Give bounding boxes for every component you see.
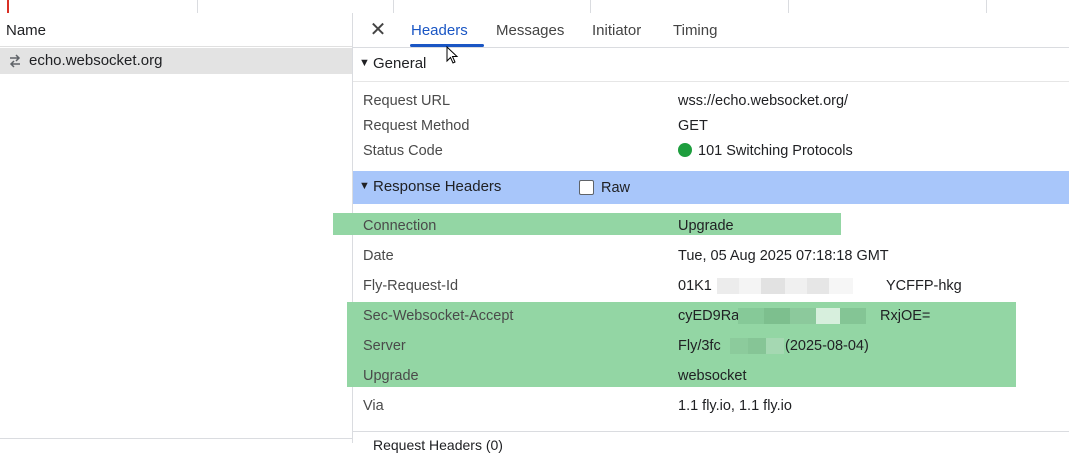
websocket-arrows-icon [9,54,21,68]
response-headers-title: Response Headers [373,178,502,195]
status-code-text: 101 Switching Protocols [698,143,853,159]
request-row[interactable]: echo.websocket.org [0,48,352,74]
name-column-label: Name [6,22,47,39]
general-row: Status Code 101 Switching Protocols [353,137,1069,167]
header-value[interactable]: cyED9Ra [678,308,739,324]
tab-initiator[interactable]: Initiator [592,22,641,39]
request-headers-title: Request Headers (0) [373,437,503,453]
header-key: Status Code [363,143,443,159]
response-header-row: Upgrade websocket [353,362,1069,392]
header-key: Server [363,338,406,354]
response-header-row: Fly-Request-Id 01K1 YCFFP-hkg [353,272,1069,302]
header-value[interactable]: 01K1 [678,278,712,294]
header-value-suffix: RxjOE= [880,308,931,324]
name-column-header[interactable]: Name [0,13,352,47]
expand-triangle-icon: ▼ [359,57,370,69]
tab-messages[interactable]: Messages [496,22,564,39]
response-header-row: Connection Upgrade [353,212,1069,242]
header-value[interactable]: websocket [678,368,747,384]
header-key: Upgrade [363,368,419,384]
header-key: Request Method [363,118,470,134]
timeline-tick [197,0,198,13]
request-headers-section-header[interactable]: Request Headers (0) [353,431,1069,453]
expand-triangle-icon: ▼ [359,180,370,192]
header-key: Fly-Request-Id [363,278,459,294]
header-value[interactable]: Upgrade [678,218,734,234]
response-header-row: Sec-Websocket-Accept cyED9Ra RxjOE= [353,302,1069,332]
header-value-suffix: YCFFP-hkg [886,278,962,294]
header-value[interactable]: Tue, 05 Aug 2025 07:18:18 GMT [678,248,889,264]
redaction-mosaic [717,278,853,294]
close-icon[interactable]: ✕ [367,19,389,41]
header-key: Via [363,398,384,414]
status-code-value[interactable]: 101 Switching Protocols [678,143,853,159]
tab-timing[interactable]: Timing [673,22,717,39]
header-key: Request URL [363,93,451,109]
response-headers-section-header[interactable]: ▼ Response Headers Raw [353,171,1069,204]
response-header-row: Date Tue, 05 Aug 2025 07:18:18 GMT [353,242,1069,272]
response-header-row: Via 1.1 fly.io, 1.1 fly.io [353,392,1069,422]
request-list-pane: Name echo.websocket.org [0,13,353,443]
general-section-header[interactable]: ▼ General [353,48,1069,82]
general-section-title: General [373,55,427,72]
request-name: echo.websocket.org [29,52,163,69]
header-value[interactable]: Fly/3fc [678,338,721,354]
header-key: Date [363,248,394,264]
request-detail-pane: ✕ Headers Messages Initiator Timing ▼ Ge… [333,13,1069,453]
redaction-mosaic [738,308,866,324]
header-value[interactable]: 1.1 fly.io, 1.1 fly.io [678,398,792,414]
raw-label: Raw [601,180,631,196]
divider [0,438,352,439]
header-key: Connection [363,218,437,234]
mouse-cursor-icon [446,46,459,64]
header-value-suffix: (2025-08-04) [785,338,869,354]
response-header-row: Server Fly/3fc (2025-08-04) [353,332,1069,362]
detail-tabbar: ✕ Headers Messages Initiator Timing [353,13,1069,48]
header-value[interactable]: wss://echo.websocket.org/ [678,93,848,109]
timeline-tick [788,0,789,13]
timeline-tick [590,0,591,13]
timeline-tick [986,0,987,13]
timeline-strip [0,0,1069,14]
tab-headers[interactable]: Headers [411,22,468,39]
timeline-tick [393,0,394,13]
header-value[interactable]: GET [678,118,708,134]
timeline-marker [7,0,9,13]
header-key: Sec-Websocket-Accept [363,308,514,324]
redaction-mosaic [730,338,784,354]
raw-checkbox[interactable] [579,180,594,195]
status-ok-icon [678,143,692,157]
